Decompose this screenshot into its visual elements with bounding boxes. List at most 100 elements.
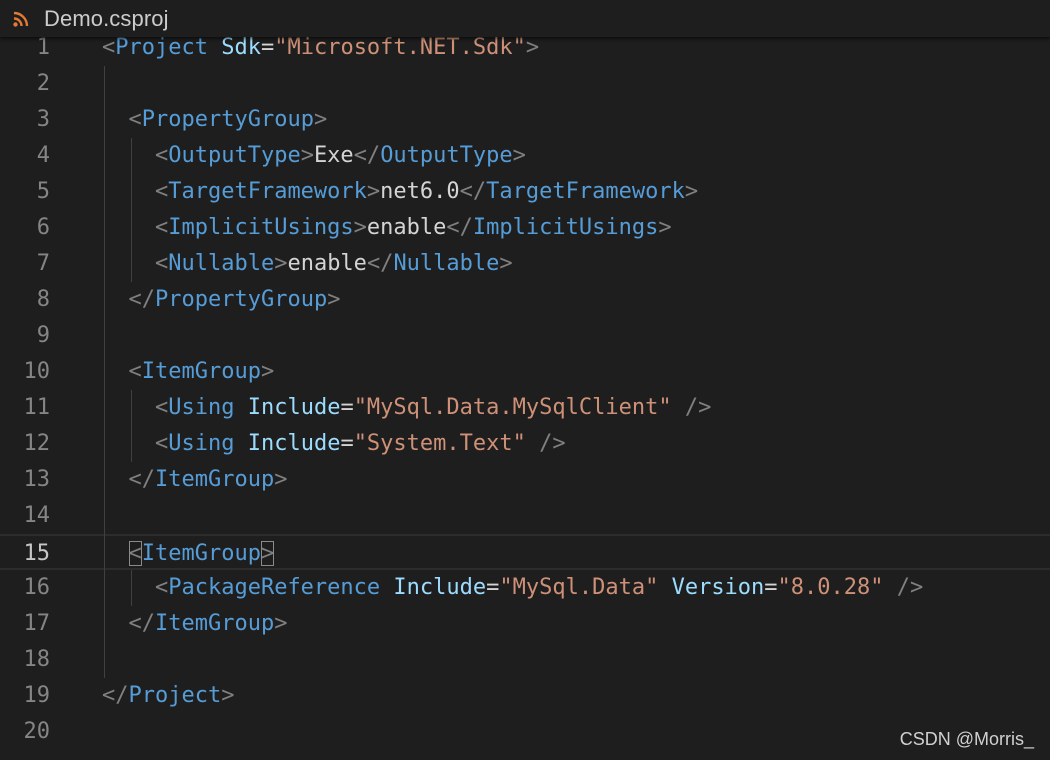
token-tag: ItemGroup: [155, 611, 275, 636]
code-line[interactable]: 2: [0, 66, 1050, 102]
token-punct: <: [102, 35, 116, 60]
tab-demo-csproj[interactable]: Demo.csproj: [0, 0, 183, 37]
code-line[interactable]: 3 <PropertyGroup>: [0, 102, 1050, 138]
token-tag: Project: [115, 35, 208, 60]
token-punct: <: [154, 575, 169, 600]
code-text: <TargetFramework>net6.0</TargetFramework…: [102, 174, 698, 210]
token-tag: Using: [168, 431, 235, 456]
code-line[interactable]: 9: [0, 318, 1050, 354]
token-punct: >: [525, 35, 540, 60]
code-line[interactable]: 17 </ItemGroup>: [0, 606, 1050, 642]
token-punct: </: [128, 287, 156, 312]
code-text: <ItemGroup>: [102, 354, 275, 390]
line-number: 3: [36, 107, 50, 132]
code-line[interactable]: 20: [0, 714, 1050, 750]
token-punct: <: [154, 395, 169, 420]
line-number: 15: [23, 541, 51, 566]
token-attr: Include: [393, 575, 487, 600]
tab-bar: Demo.csproj: [0, 0, 1050, 37]
code-line[interactable]: 6 <ImplicitUsings>enable</ImplicitUsings…: [0, 210, 1050, 246]
token-punct: >: [300, 143, 314, 168]
token-punct: >: [274, 467, 288, 492]
code-line[interactable]: 4 <OutputType>Exe</OutputType>: [0, 138, 1050, 174]
token-punct: </: [459, 179, 487, 204]
token-tag: Nullable: [393, 251, 500, 276]
token-punct: >: [353, 215, 367, 240]
token-punct: </: [366, 251, 394, 276]
code-line[interactable]: 19 </Project>: [0, 678, 1050, 714]
token-text: enable: [366, 215, 447, 240]
token-punct: <: [154, 251, 169, 276]
code-line[interactable]: 11 <Using Include="MySql.Data.MySqlClien…: [0, 390, 1050, 426]
token-attr: Version: [671, 575, 765, 600]
token-eq: =: [340, 431, 354, 456]
token-eq: =: [260, 35, 275, 60]
token-str: "MySql.Data.MySqlClient": [353, 395, 672, 420]
line-number: 5: [36, 179, 50, 204]
token-punct: >: [221, 683, 235, 708]
token-punct: <: [154, 215, 169, 240]
token-punct: </: [128, 467, 156, 492]
code-line[interactable]: 12 <Using Include="System.Text" />: [0, 426, 1050, 462]
code-line[interactable]: 13 </ItemGroup>: [0, 462, 1050, 498]
code-text: <Using Include="MySql.Data.MySqlClient" …: [102, 390, 711, 426]
token-punct: <: [128, 541, 142, 566]
token-str: "Microsoft.NET.Sdk": [274, 35, 526, 60]
code-line[interactable]: 7 <Nullable>enable</Nullable>: [0, 246, 1050, 282]
line-number: 12: [23, 431, 51, 456]
token-punct: />: [896, 575, 924, 600]
code-editor[interactable]: 1 <Project Sdk="Microsoft.NET.Sdk"> 2 3 <Pr…: [0, 30, 1050, 760]
line-number: 18: [23, 647, 51, 672]
line-number: 17: [23, 611, 51, 636]
indent-guide: [130, 390, 132, 462]
token-punct: >: [658, 215, 672, 240]
watermark: CSDN @Morris_: [899, 729, 1034, 749]
token-punct: />: [684, 395, 712, 420]
code-line[interactable]: 18: [0, 642, 1050, 678]
token-eq: =: [486, 575, 500, 600]
line-number: 7: [36, 251, 50, 276]
code-line[interactable]: 15 <ItemGroup>: [0, 534, 1050, 570]
token-punct: >: [313, 107, 328, 132]
indent-guide: [104, 66, 105, 678]
token-attr: Sdk: [221, 35, 261, 60]
token-str: "MySql.Data": [499, 575, 659, 600]
line-number: 8: [36, 287, 50, 312]
token-punct: >: [684, 179, 699, 204]
token-tag: ItemGroup: [155, 467, 275, 492]
line-number: 14: [23, 503, 51, 528]
token-tag: PropertyGroup: [155, 287, 328, 312]
token-eq: =: [764, 575, 778, 600]
code-text: <Using Include="System.Text" />: [102, 426, 566, 462]
code-text: </Project>: [102, 678, 234, 714]
line-number: 19: [23, 683, 51, 708]
token-tag: Using: [168, 395, 235, 420]
token-punct: >: [366, 179, 381, 204]
code-line[interactable]: 5 <TargetFramework>net6.0</TargetFramewo…: [0, 174, 1050, 210]
token-punct: </: [102, 683, 129, 708]
code-line[interactable]: 16 <PackageReference Include="MySql.Data…: [0, 570, 1050, 606]
code-line[interactable]: 10 <ItemGroup>: [0, 354, 1050, 390]
token-tag: OutputType: [168, 143, 301, 168]
code-text: </PropertyGroup>: [102, 282, 341, 318]
token-tag: PropertyGroup: [141, 107, 314, 132]
code-line[interactable]: 14: [0, 498, 1050, 534]
code-text: </ItemGroup>: [102, 462, 288, 498]
rss-icon: [13, 11, 29, 27]
token-text: enable: [287, 251, 367, 276]
indent-guide: [130, 570, 132, 606]
token-tag: ImplicitUsings: [168, 215, 354, 240]
code-line[interactable]: 8 </PropertyGroup>: [0, 282, 1050, 318]
code-text: <OutputType>Exe</OutputType>: [102, 138, 526, 174]
